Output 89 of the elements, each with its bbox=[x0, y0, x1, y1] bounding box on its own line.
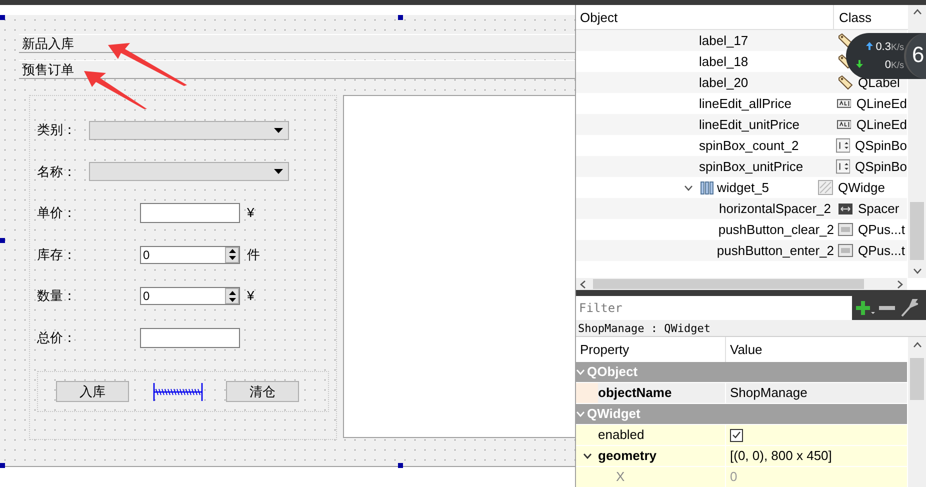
object-name[interactable]: pushButton_clear_2 bbox=[718, 220, 834, 240]
field-label: 库存： bbox=[37, 246, 77, 264]
speed-unit: K/s bbox=[890, 41, 904, 54]
column-header[interactable]: Value bbox=[726, 337, 908, 362]
object-name[interactable]: label_20 bbox=[699, 72, 748, 92]
property-value[interactable]: ShopManage bbox=[730, 383, 808, 403]
usage-badge: 6 bbox=[904, 33, 926, 79]
text-input[interactable] bbox=[140, 203, 240, 223]
class-name: QLineEd bbox=[856, 94, 907, 113]
checkbox[interactable] bbox=[730, 428, 743, 442]
remove-icon[interactable] bbox=[879, 305, 895, 311]
property-name: geometry bbox=[598, 447, 657, 466]
spin-box[interactable]: 0 bbox=[140, 246, 240, 264]
selection-handle[interactable] bbox=[0, 238, 5, 243]
scrollbar-thumb[interactable] bbox=[593, 279, 864, 289]
scrollbar-thumb[interactable] bbox=[910, 358, 924, 400]
selection-handle[interactable] bbox=[0, 15, 5, 20]
object-name[interactable]: label_18 bbox=[699, 52, 748, 72]
annotation-arrow bbox=[82, 68, 148, 110]
download-arrow-icon bbox=[856, 60, 863, 68]
object-name[interactable]: lineEdit_unitPrice bbox=[699, 114, 800, 134]
toolbox-page-tab[interactable]: 新品入库 bbox=[19, 34, 575, 53]
field-label: 类别： bbox=[37, 121, 77, 140]
class-name: QSpinBo bbox=[854, 158, 907, 176]
field-label: 单价： bbox=[37, 204, 77, 222]
upload-arrow-icon bbox=[866, 42, 873, 50]
vertical-layout-icon bbox=[700, 180, 714, 194]
up-arrow-icon[interactable] bbox=[228, 290, 236, 294]
up-arrow-icon[interactable] bbox=[228, 249, 236, 253]
class-name: Spacer bbox=[858, 200, 900, 218]
push-button-icon bbox=[838, 223, 853, 236]
vertical-scrollbar[interactable] bbox=[908, 337, 926, 487]
unit-label: ¥ bbox=[247, 204, 254, 222]
class-name: QLineEd bbox=[856, 116, 907, 134]
push-button-icon bbox=[838, 244, 853, 257]
scrollbar-thumb[interactable] bbox=[910, 202, 924, 260]
upload-speed: 0.3 bbox=[876, 40, 891, 55]
down-arrow-icon[interactable] bbox=[228, 256, 236, 260]
toolbox-page-tab[interactable]: 预售订单 bbox=[19, 60, 575, 79]
download-speed: 0 bbox=[884, 58, 891, 73]
spin-box-icon bbox=[836, 159, 850, 174]
selection-handle[interactable] bbox=[0, 463, 5, 468]
unit-label: 件 bbox=[247, 246, 260, 264]
speed-unit: K/s bbox=[890, 59, 904, 72]
unit-label: ¥ bbox=[247, 287, 254, 306]
property-name: enabled bbox=[598, 426, 644, 444]
network-speed-tooltip[interactable]: 0.3K/s 0K/s 6 bbox=[846, 33, 926, 79]
spin-buttons[interactable] bbox=[225, 288, 239, 304]
text-field-icon bbox=[836, 119, 852, 130]
property-value[interactable]: [(0, 0), 800 x 450] bbox=[730, 446, 832, 466]
class-name: QPus...t bbox=[858, 220, 905, 239]
column-header[interactable]: Object bbox=[576, 5, 834, 29]
object-name[interactable]: pushButton_enter_2 bbox=[716, 240, 834, 260]
horizontal-scrollbar[interactable] bbox=[576, 278, 907, 290]
spacer-icon[interactable] bbox=[152, 382, 202, 400]
dropdown-arrow-icon bbox=[274, 169, 283, 174]
selection-handle[interactable] bbox=[398, 15, 403, 20]
dropdown-arrow-icon bbox=[274, 128, 283, 132]
text-field-icon bbox=[836, 98, 852, 109]
tag-icon bbox=[838, 75, 853, 90]
property-name: X bbox=[616, 468, 625, 486]
spin-buttons[interactable] bbox=[225, 246, 239, 262]
property-name: objectName bbox=[598, 384, 672, 402]
add-icon[interactable] bbox=[856, 299, 876, 317]
spin-box-icon bbox=[836, 138, 850, 153]
push-button[interactable]: 清仓 bbox=[226, 381, 299, 402]
column-header[interactable]: Class bbox=[834, 5, 906, 29]
filter-field[interactable]: Filter bbox=[576, 296, 852, 320]
selected-object-label: ShopManage : QWidget bbox=[576, 320, 926, 337]
object-name[interactable]: spinBox_unitPrice bbox=[699, 156, 804, 176]
class-name: QSpinBo bbox=[854, 136, 907, 155]
field-label: 总价： bbox=[37, 328, 77, 347]
text-input[interactable] bbox=[140, 328, 240, 348]
field-label: 名称： bbox=[37, 162, 77, 181]
field-label: 数量： bbox=[37, 287, 77, 306]
down-arrow-icon[interactable] bbox=[228, 298, 236, 302]
object-name[interactable]: widget_5 bbox=[717, 178, 770, 198]
selection-handle[interactable] bbox=[398, 463, 403, 468]
class-name: QWidge bbox=[838, 178, 885, 197]
spin-box[interactable]: 0 bbox=[140, 287, 240, 305]
object-name[interactable]: spinBox_count_2 bbox=[699, 136, 799, 156]
hatched-square-icon bbox=[818, 180, 833, 195]
push-button[interactable]: 入库 bbox=[56, 381, 129, 402]
class-name: QPus...t bbox=[858, 242, 905, 260]
object-name[interactable]: horizontalSpacer_2 bbox=[719, 198, 832, 218]
wrench-icon[interactable] bbox=[900, 298, 918, 318]
spacer-icon bbox=[838, 202, 853, 214]
object-name[interactable]: lineEdit_allPrice bbox=[699, 94, 792, 114]
object-name[interactable]: label_17 bbox=[699, 30, 748, 50]
